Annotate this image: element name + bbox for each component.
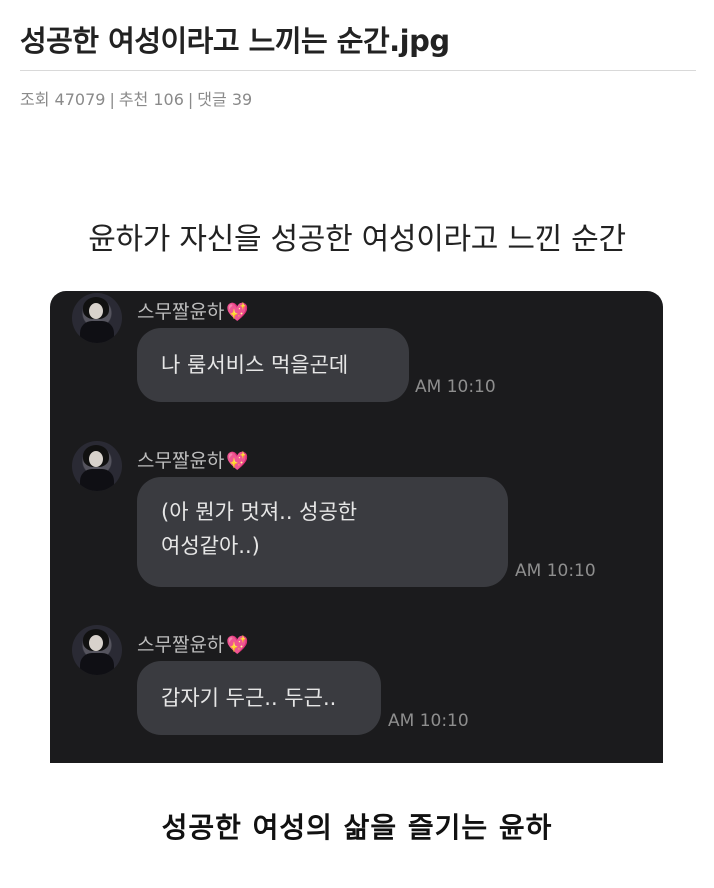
message-text: 나 룸서비스 먹을곤데 (161, 353, 349, 377)
message-bubble: 갑자기 두근.. 두근.. (137, 661, 381, 735)
sender-name: 스무짤윤하 💖 (137, 630, 249, 657)
recommend-count: 추천 106 (118, 90, 184, 109)
message-time: AM 10:10 (388, 711, 469, 731)
meta-separator: | (109, 90, 115, 109)
message-text: (아 뭔가 멋져.. 성공한 (161, 500, 358, 524)
post-meta: 조회 47079 | 추천 106 | 댓글 39 (20, 86, 252, 110)
message-bubble: (아 뭔가 멋져.. 성공한 여성같아..) (137, 477, 508, 587)
sender-name-text: 스무짤윤하 (137, 450, 225, 472)
meta-separator: | (187, 90, 194, 109)
post-title: 성공한 여성이라고 느끼는 순간.jpg (20, 24, 450, 58)
image-caption: 성공한 여성의 삶을 즐기는 윤하 (161, 811, 553, 844)
sparkling-heart-icon: 💖 (226, 302, 249, 323)
message-time: AM 10:10 (415, 377, 496, 397)
chat-screenshot: 스무짤윤하 💖 나 룸서비스 먹을곤데 AM 10:10 스무짤윤하 💖 (아 뭔가… (50, 291, 663, 763)
avatar (72, 441, 122, 491)
message-time: AM 10:10 (515, 561, 596, 581)
image-headline: 윤하가 자신을 성공한 여성이라고 느낀 순간 (88, 222, 626, 257)
sender-name-text: 스무짤윤하 (137, 634, 225, 656)
sender-name: 스무짤윤하 💖 (137, 446, 249, 473)
message-bubble: 나 룸서비스 먹을곤데 (137, 328, 409, 402)
title-divider (20, 70, 696, 71)
view-count: 조회 47079 (20, 90, 106, 109)
comment-count[interactable]: 댓글 39 (197, 90, 252, 109)
sparkling-heart-icon: 💖 (226, 635, 249, 656)
avatar (72, 293, 122, 343)
message-text: 갑자기 두근.. 두근.. (161, 686, 337, 710)
sender-name: 스무짤윤하 💖 (137, 297, 249, 324)
sender-name-text: 스무짤윤하 (137, 301, 225, 323)
message-text: 여성같아..) (161, 534, 260, 558)
avatar (72, 625, 122, 675)
sparkling-heart-icon: 💖 (226, 451, 249, 472)
